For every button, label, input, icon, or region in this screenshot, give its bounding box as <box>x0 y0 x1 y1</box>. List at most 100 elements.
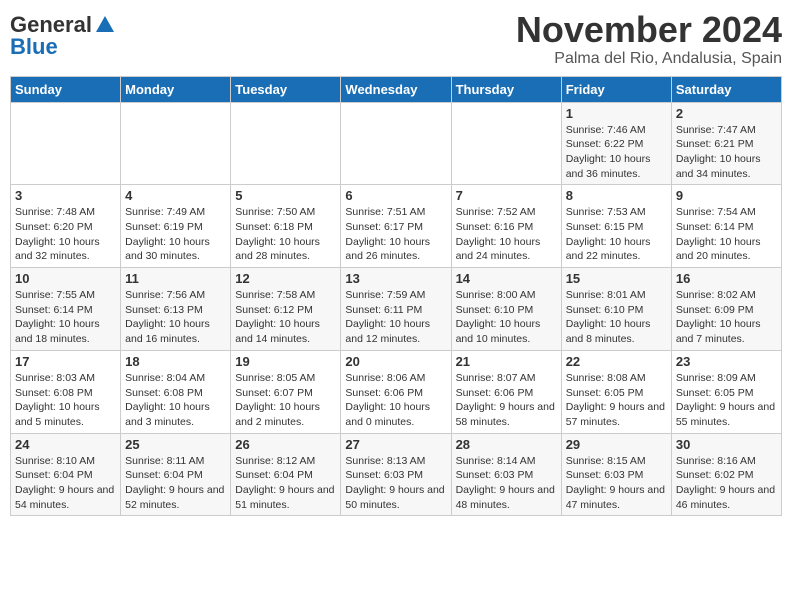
day-number: 20 <box>345 354 446 369</box>
day-info: Sunrise: 7:47 AM Sunset: 6:21 PM Dayligh… <box>676 123 777 182</box>
day-cell: 16 Sunrise: 8:02 AM Sunset: 6:09 PM Dayli… <box>671 268 781 351</box>
day-cell <box>121 102 231 185</box>
day-number: 15 <box>566 271 667 286</box>
day-number: 7 <box>456 188 557 203</box>
day-number: 14 <box>456 271 557 286</box>
day-number: 1 <box>566 106 667 121</box>
day-cell: 25 Sunrise: 8:11 AM Sunset: 6:04 PM Dayli… <box>121 433 231 516</box>
day-info: Sunrise: 8:16 AM Sunset: 6:02 PM Dayligh… <box>676 454 777 513</box>
day-info: Sunrise: 8:03 AM Sunset: 6:08 PM Dayligh… <box>15 371 116 430</box>
day-info: Sunrise: 7:46 AM Sunset: 6:22 PM Dayligh… <box>566 123 667 182</box>
day-cell: 4Sunrise: 7:49 AM Sunset: 6:19 PM Daylig… <box>121 185 231 268</box>
day-cell: 27 Sunrise: 8:13 AM Sunset: 6:03 PM Dayli… <box>341 433 451 516</box>
weekday-header-row: SundayMondayTuesdayWednesdayThursdayFrid… <box>11 76 782 102</box>
day-cell: 1 Sunrise: 7:46 AM Sunset: 6:22 PM Daylig… <box>561 102 671 185</box>
day-cell: 13 Sunrise: 7:59 AM Sunset: 6:11 PM Dayli… <box>341 268 451 351</box>
day-info: Sunrise: 7:58 AM Sunset: 6:12 PM Dayligh… <box>235 288 336 347</box>
day-cell: 5 Sunrise: 7:50 AM Sunset: 6:18 PM Daylig… <box>231 185 341 268</box>
day-number: 16 <box>676 271 777 286</box>
day-info: Sunrise: 8:10 AM Sunset: 6:04 PM Dayligh… <box>15 454 116 513</box>
day-cell: 2Sunrise: 7:47 AM Sunset: 6:21 PM Daylig… <box>671 102 781 185</box>
day-cell: 14 Sunrise: 8:00 AM Sunset: 6:10 PM Dayli… <box>451 268 561 351</box>
day-number: 28 <box>456 437 557 452</box>
day-cell: 11 Sunrise: 7:56 AM Sunset: 6:13 PM Dayli… <box>121 268 231 351</box>
day-number: 9 <box>676 188 777 203</box>
day-info: Sunrise: 8:06 AM Sunset: 6:06 PM Dayligh… <box>345 371 446 430</box>
day-cell: 12 Sunrise: 7:58 AM Sunset: 6:12 PM Dayli… <box>231 268 341 351</box>
day-number: 11 <box>125 271 226 286</box>
weekday-header-saturday: Saturday <box>671 76 781 102</box>
day-number: 25 <box>125 437 226 452</box>
day-cell: 20 Sunrise: 8:06 AM Sunset: 6:06 PM Dayli… <box>341 350 451 433</box>
weekday-header-friday: Friday <box>561 76 671 102</box>
weekday-header-sunday: Sunday <box>11 76 121 102</box>
day-info: Sunrise: 7:50 AM Sunset: 6:18 PM Dayligh… <box>235 205 336 264</box>
day-info: Sunrise: 8:04 AM Sunset: 6:08 PM Dayligh… <box>125 371 226 430</box>
day-number: 30 <box>676 437 777 452</box>
day-info: Sunrise: 7:51 AM Sunset: 6:17 PM Dayligh… <box>345 205 446 264</box>
day-cell <box>341 102 451 185</box>
logo-icon <box>94 14 116 36</box>
week-row-1: 3Sunrise: 7:48 AM Sunset: 6:20 PM Daylig… <box>11 185 782 268</box>
logo-blue-text: Blue <box>10 36 58 58</box>
day-cell <box>11 102 121 185</box>
day-number: 12 <box>235 271 336 286</box>
week-row-4: 24 Sunrise: 8:10 AM Sunset: 6:04 PM Dayli… <box>11 433 782 516</box>
day-cell: 29 Sunrise: 8:15 AM Sunset: 6:03 PM Dayli… <box>561 433 671 516</box>
day-info: Sunrise: 8:13 AM Sunset: 6:03 PM Dayligh… <box>345 454 446 513</box>
day-cell: 21 Sunrise: 8:07 AM Sunset: 6:06 PM Dayli… <box>451 350 561 433</box>
day-number: 27 <box>345 437 446 452</box>
day-info: Sunrise: 8:07 AM Sunset: 6:06 PM Dayligh… <box>456 371 557 430</box>
day-cell: 24 Sunrise: 8:10 AM Sunset: 6:04 PM Dayli… <box>11 433 121 516</box>
day-number: 6 <box>345 188 446 203</box>
day-info: Sunrise: 8:11 AM Sunset: 6:04 PM Dayligh… <box>125 454 226 513</box>
day-info: Sunrise: 8:12 AM Sunset: 6:04 PM Dayligh… <box>235 454 336 513</box>
day-number: 24 <box>15 437 116 452</box>
day-cell: 19 Sunrise: 8:05 AM Sunset: 6:07 PM Dayli… <box>231 350 341 433</box>
day-number: 22 <box>566 354 667 369</box>
day-cell: 6 Sunrise: 7:51 AM Sunset: 6:17 PM Daylig… <box>341 185 451 268</box>
day-number: 8 <box>566 188 667 203</box>
day-info: Sunrise: 8:14 AM Sunset: 6:03 PM Dayligh… <box>456 454 557 513</box>
logo: General Blue <box>10 14 116 58</box>
day-info: Sunrise: 7:56 AM Sunset: 6:13 PM Dayligh… <box>125 288 226 347</box>
day-number: 17 <box>15 354 116 369</box>
day-number: 21 <box>456 354 557 369</box>
month-title: November 2024 <box>516 10 782 50</box>
day-cell: 22Sunrise: 8:08 AM Sunset: 6:05 PM Dayli… <box>561 350 671 433</box>
day-cell <box>231 102 341 185</box>
day-cell: 9Sunrise: 7:54 AM Sunset: 6:14 PM Daylig… <box>671 185 781 268</box>
day-info: Sunrise: 8:02 AM Sunset: 6:09 PM Dayligh… <box>676 288 777 347</box>
title-area: November 2024 Palma del Rio, Andalusia, … <box>516 10 782 68</box>
day-number: 26 <box>235 437 336 452</box>
day-info: Sunrise: 8:00 AM Sunset: 6:10 PM Dayligh… <box>456 288 557 347</box>
day-cell <box>451 102 561 185</box>
day-cell: 15 Sunrise: 8:01 AM Sunset: 6:10 PM Dayli… <box>561 268 671 351</box>
day-info: Sunrise: 8:09 AM Sunset: 6:05 PM Dayligh… <box>676 371 777 430</box>
day-cell: 8 Sunrise: 7:53 AM Sunset: 6:15 PM Daylig… <box>561 185 671 268</box>
day-info: Sunrise: 7:52 AM Sunset: 6:16 PM Dayligh… <box>456 205 557 264</box>
week-row-2: 10Sunrise: 7:55 AM Sunset: 6:14 PM Dayli… <box>11 268 782 351</box>
weekday-header-thursday: Thursday <box>451 76 561 102</box>
day-cell: 26 Sunrise: 8:12 AM Sunset: 6:04 PM Dayli… <box>231 433 341 516</box>
day-info: Sunrise: 7:48 AM Sunset: 6:20 PM Dayligh… <box>15 205 116 264</box>
day-info: Sunrise: 8:01 AM Sunset: 6:10 PM Dayligh… <box>566 288 667 347</box>
location-title: Palma del Rio, Andalusia, Spain <box>516 50 782 68</box>
day-info: Sunrise: 8:15 AM Sunset: 6:03 PM Dayligh… <box>566 454 667 513</box>
day-info: Sunrise: 7:53 AM Sunset: 6:15 PM Dayligh… <box>566 205 667 264</box>
day-number: 13 <box>345 271 446 286</box>
week-row-3: 17 Sunrise: 8:03 AM Sunset: 6:08 PM Dayli… <box>11 350 782 433</box>
weekday-header-monday: Monday <box>121 76 231 102</box>
day-cell: 3Sunrise: 7:48 AM Sunset: 6:20 PM Daylig… <box>11 185 121 268</box>
day-cell: 10Sunrise: 7:55 AM Sunset: 6:14 PM Dayli… <box>11 268 121 351</box>
day-info: Sunrise: 7:59 AM Sunset: 6:11 PM Dayligh… <box>345 288 446 347</box>
day-number: 29 <box>566 437 667 452</box>
day-number: 19 <box>235 354 336 369</box>
week-row-0: 1 Sunrise: 7:46 AM Sunset: 6:22 PM Daylig… <box>11 102 782 185</box>
day-number: 23 <box>676 354 777 369</box>
day-number: 5 <box>235 188 336 203</box>
day-cell: 30 Sunrise: 8:16 AM Sunset: 6:02 PM Dayli… <box>671 433 781 516</box>
day-info: Sunrise: 8:05 AM Sunset: 6:07 PM Dayligh… <box>235 371 336 430</box>
day-cell: 7 Sunrise: 7:52 AM Sunset: 6:16 PM Daylig… <box>451 185 561 268</box>
day-number: 10 <box>15 271 116 286</box>
